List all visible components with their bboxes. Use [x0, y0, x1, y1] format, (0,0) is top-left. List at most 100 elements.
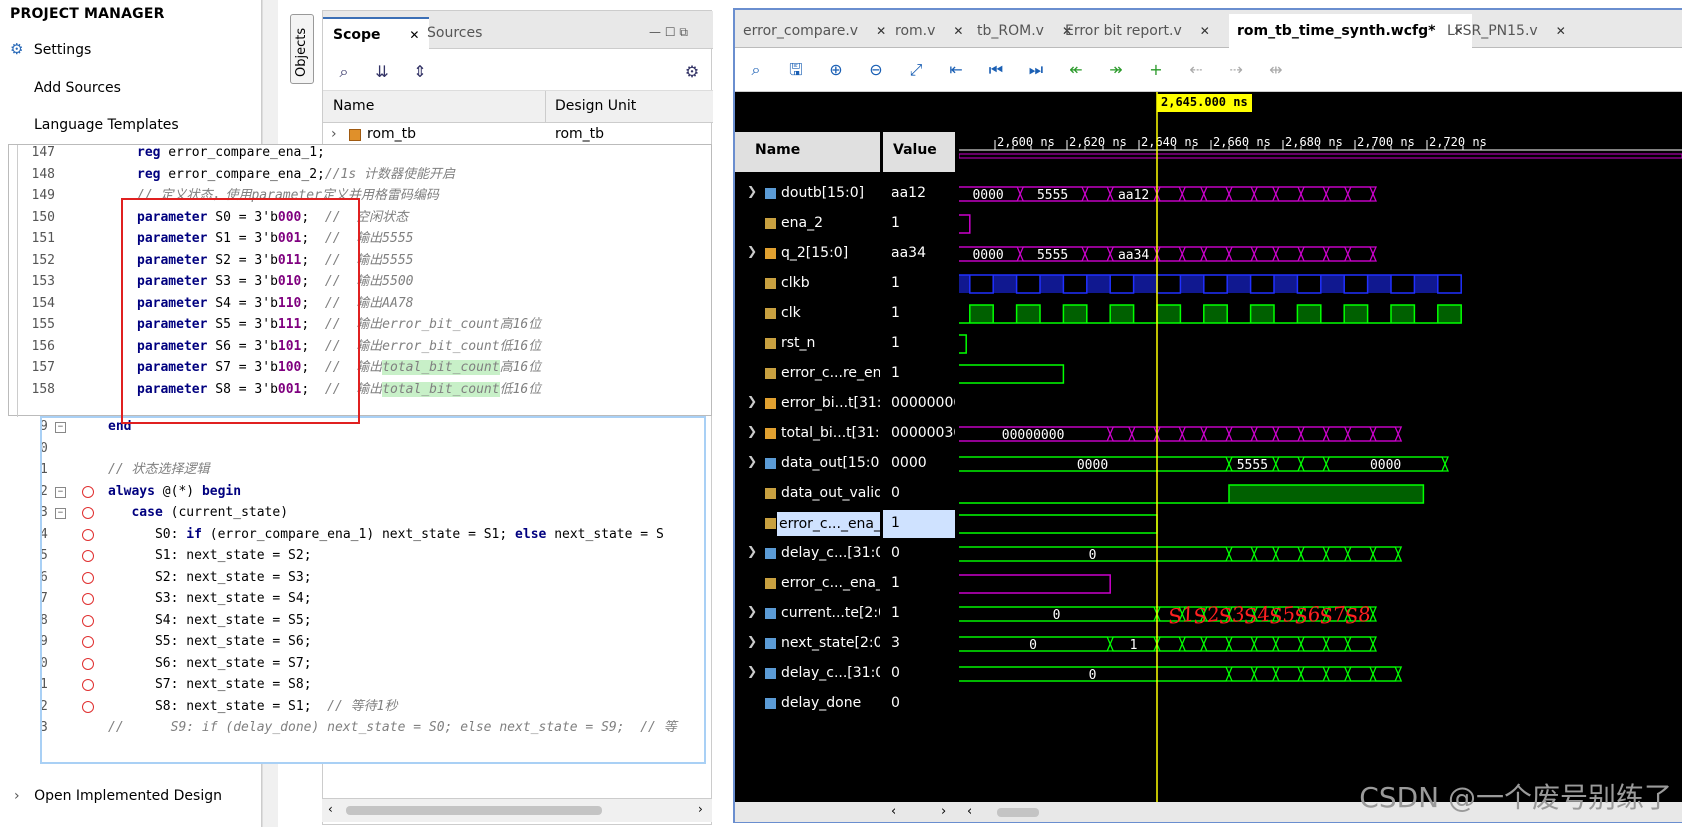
collapse-all-icon[interactable]: ⇊: [371, 61, 393, 83]
code-editor-lower[interactable]: 9− end 0 1// 状态选择逻辑 2− always @(*) begin 3− ca…: [40, 416, 706, 764]
zoom-in-icon[interactable]: ⊕: [825, 59, 847, 81]
breakpoint-icon[interactable]: [82, 550, 94, 562]
tab-sources[interactable]: Sources: [417, 17, 492, 49]
signal-row[interactable]: ❯ error_bi...t[31:0]: [735, 390, 880, 418]
signal-row[interactable]: ❯ total_bi...t[31:0]: [735, 420, 880, 448]
fold-icon[interactable]: −: [55, 422, 66, 433]
breakpoint-icon[interactable]: [82, 571, 94, 584]
waveform-area[interactable]: 2,600 ns 2,620 ns 2,640 ns 2,660 ns 2,680 ns…: [0, 92, 1682, 812]
go-to-cursor-icon[interactable]: ⇤: [945, 59, 967, 81]
bus-segment: [1253, 186, 1277, 202]
chevron-right-icon[interactable]: ❯: [747, 244, 757, 258]
fold-icon[interactable]: −: [55, 508, 66, 519]
close-icon[interactable]: ✕: [1200, 24, 1210, 38]
tab-rom-tb-time-synth-wcfg-[interactable]: rom_tb_time_synth.wcfg* ✕: [1229, 14, 1472, 48]
signal-row[interactable]: error_c..._ena_: [735, 510, 880, 538]
waveform-canvas[interactable]: 2,600 ns 2,620 ns 2,640 ns 2,660 ns 2,680 ns…: [0, 92, 1682, 812]
bus-segment: [1300, 636, 1327, 652]
code-token: always: [108, 483, 155, 499]
signal-row[interactable]: ❯ delay_c...[31:0]: [735, 540, 880, 568]
code-editor-upper[interactable]: 147 reg error_compare_ena_1; 148 reg error_…: [8, 144, 712, 417]
signal-row[interactable]: ❯ doutb[15:0]: [735, 180, 880, 208]
signal-row[interactable]: ❯ current...te[2:0]: [735, 600, 880, 628]
gear-icon[interactable]: ⚙: [681, 61, 703, 83]
chevron-right-icon[interactable]: ❯: [747, 424, 757, 438]
signal-row[interactable]: ❯ q_2[15:0]: [735, 240, 880, 268]
breakpoint-icon[interactable]: [82, 657, 94, 670]
breakpoint-icon[interactable]: [82, 700, 94, 713]
go-to-end-icon[interactable]: ⏭: [1025, 59, 1047, 81]
tab-error-compare-v[interactable]: error_compare.v ✕: [735, 14, 894, 48]
close-icon[interactable]: ✕: [1556, 24, 1566, 38]
breakpoint-icon[interactable]: [82, 507, 94, 519]
signal-row[interactable]: error_c..._ena_: [735, 570, 880, 598]
tab-rom-v[interactable]: rom.v ✕: [887, 14, 971, 48]
zoom-fit-icon[interactable]: ⤢: [905, 59, 927, 81]
scope-horizontal-scrollbar[interactable]: ‹ ›: [322, 798, 712, 822]
fold-icon[interactable]: −: [55, 486, 66, 498]
chevron-right-icon[interactable]: ❯: [747, 664, 757, 678]
bus-segment: [1275, 186, 1302, 202]
line-number: 153: [31, 274, 55, 289]
line-number: 7: [40, 591, 48, 606]
objects-side-tab[interactable]: Objects: [290, 14, 314, 84]
breakpoint-icon[interactable]: [82, 679, 94, 691]
signal-row[interactable]: clk: [735, 300, 880, 328]
chevron-right-icon[interactable]: ❯: [747, 634, 757, 648]
signal-row[interactable]: delay_done: [735, 690, 880, 718]
waveform-tabs: error_compare.v ✕ rom.v ✕ tb_ROM.v ✕ Error bit…: [735, 10, 1682, 48]
add-sources-item[interactable]: Add Sources: [34, 80, 121, 96]
bus-segment: [0, 666, 1403, 682]
close-icon[interactable]: ✕: [953, 24, 963, 38]
chevron-right-icon[interactable]: ❯: [747, 454, 757, 468]
signal-row[interactable]: ena_2: [735, 210, 880, 238]
signal-row[interactable]: ❯ next_state[2:0]: [735, 630, 880, 658]
chevron-right-icon[interactable]: ❯: [747, 544, 757, 558]
signal-high-fill: [993, 275, 1017, 293]
column-value[interactable]: Value: [883, 132, 955, 172]
column-name[interactable]: Name: [333, 98, 374, 114]
bus-signal-icon: [765, 668, 776, 679]
column-design-unit[interactable]: Design Unit: [555, 98, 636, 114]
window-controls[interactable]: — ☐ ⧉: [649, 25, 688, 40]
tab-error-bit-report-v[interactable]: Error bit report.v ✕: [1057, 14, 1218, 48]
bus-segment: [1156, 186, 1183, 202]
bus-segment: [1347, 246, 1374, 262]
open-implemented-design-item[interactable]: › Open Implemented Design: [14, 788, 222, 804]
signal-row[interactable]: ❯ data_out[15:0]: [735, 450, 880, 478]
settings-item[interactable]: ⚙ Settings: [10, 40, 91, 58]
signal-row[interactable]: rst_n: [735, 330, 880, 358]
chevron-right-icon[interactable]: ›: [331, 126, 337, 142]
signal-row[interactable]: ❯ delay_c...[31:0]: [735, 660, 880, 688]
previous-transition-icon[interactable]: ↞: [1065, 59, 1087, 81]
breakpoint-icon[interactable]: [82, 593, 94, 605]
signal-row[interactable]: error_c...re_ena: [735, 360, 880, 388]
search-icon[interactable]: ⌕: [333, 61, 355, 83]
bus-segment: [1325, 426, 1349, 442]
signal-value: aa12: [891, 185, 926, 201]
signal-row[interactable]: clkb: [735, 270, 880, 298]
add-marker-icon[interactable]: +: [1145, 59, 1167, 81]
wire-signal-icon: [765, 278, 776, 289]
chevron-right-icon[interactable]: ❯: [747, 394, 757, 408]
chevron-right-icon[interactable]: ❯: [747, 604, 757, 618]
go-to-start-icon[interactable]: ⏮: [985, 59, 1007, 81]
next-transition-icon[interactable]: ↠: [1105, 59, 1127, 81]
search-icon[interactable]: ⌕: [745, 59, 767, 81]
breakpoint-icon[interactable]: [82, 485, 94, 498]
signal-name: q_2[15:0]: [781, 245, 849, 261]
close-icon[interactable]: ✕: [876, 24, 886, 38]
breakpoint-icon[interactable]: [82, 614, 94, 627]
zoom-out-icon[interactable]: ⊖: [865, 59, 887, 81]
language-templates-item[interactable]: Language Templates: [34, 117, 179, 133]
signal-row[interactable]: data_out_valid: [735, 480, 880, 508]
save-icon[interactable]: 🖫: [785, 59, 807, 81]
chevron-right-icon[interactable]: ❯: [747, 184, 757, 198]
breakpoint-icon[interactable]: [82, 528, 94, 541]
bus-segment: [1325, 246, 1349, 262]
tab-lfsr-pn15-v[interactable]: LFSR_PN15.v ✕: [1439, 14, 1574, 48]
expand-all-icon[interactable]: ⇕: [409, 61, 431, 83]
tab-scope[interactable]: Scope ✕: [323, 17, 430, 49]
line-number: 150: [31, 209, 55, 225]
breakpoint-icon[interactable]: [82, 636, 94, 648]
